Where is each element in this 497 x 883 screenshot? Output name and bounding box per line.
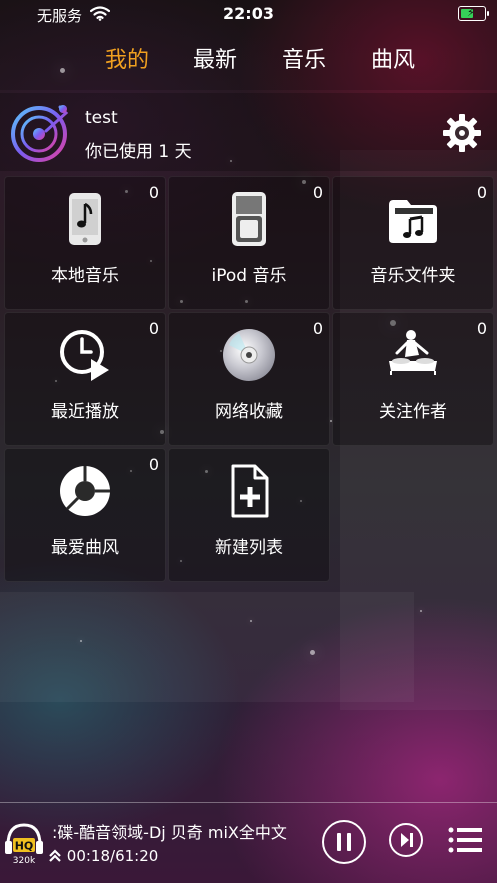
tile-music-folder[interactable]: 0 音乐文件夹 — [332, 176, 494, 310]
tab-music[interactable]: 音乐 — [282, 42, 326, 74]
user-profile-row[interactable]: test 你已使用 1 天 — [0, 93, 497, 171]
battery-icon: ⚡ — [458, 6, 489, 21]
sparkle-dot — [250, 620, 252, 622]
song-title: :碟-酷音领域-Dj 贝奇 miX全中文 — [52, 823, 287, 842]
tab-genre[interactable]: 曲风 — [371, 42, 415, 74]
turntable-avatar-icon[interactable] — [10, 101, 72, 163]
user-name: test — [85, 108, 118, 128]
tile-count: 0 — [148, 183, 159, 202]
genre-disc-icon — [60, 466, 110, 516]
ipod-icon — [232, 192, 266, 246]
tile-label: 新建列表 — [215, 538, 283, 558]
tile-label: 关注作者 — [379, 402, 447, 422]
recent-play-icon — [60, 330, 109, 381]
tile-recent-play[interactable]: 0 最近播放 — [4, 312, 166, 446]
music-folder-icon — [389, 200, 437, 243]
dj-artist-icon — [389, 330, 437, 375]
tile-count: 0 — [476, 319, 487, 338]
tile-web-favorites[interactable]: 0 网络收藏 — [168, 312, 330, 446]
tile-favorite-genres[interactable]: 0 最爱曲风 — [4, 448, 166, 582]
tile-label: 本地音乐 — [51, 266, 119, 286]
hq-headphones-icon[interactable]: HQ 320k — [4, 821, 44, 865]
status-bar: 无服务 22:03 ⚡ — [0, 0, 497, 30]
sparkle-dot — [420, 610, 422, 612]
playlist-menu-icon[interactable] — [448, 827, 482, 853]
hq-label: HQ — [15, 840, 34, 853]
next-track-button[interactable] — [389, 823, 423, 857]
charging-bolt-icon: ⚡ — [467, 6, 475, 19]
tile-count: 0 — [148, 455, 159, 474]
new-list-icon — [231, 464, 269, 518]
tab-mine[interactable]: 我的 — [105, 42, 149, 74]
cd-disc-icon — [223, 329, 275, 381]
settings-gear-icon[interactable] — [442, 113, 482, 153]
sparkle-dot — [80, 640, 82, 642]
app-screen: 无服务 22:03 ⚡ 我的 最新 音乐 曲风 test 你已使用 1 天 0 … — [0, 0, 497, 883]
mini-player[interactable]: HQ 320k :碟-酷音领域-Dj 贝奇 miX全中文 00:18/61:20 — [0, 802, 497, 883]
tile-new-list[interactable]: 新建列表 — [168, 448, 330, 582]
tile-ipod-music[interactable]: 0 iPod 音乐 — [168, 176, 330, 310]
tile-label: 网络收藏 — [215, 402, 283, 422]
tile-count: 0 — [476, 183, 487, 202]
tile-count: 0 — [312, 183, 323, 202]
phone-music-icon — [69, 193, 101, 245]
tile-label: iPod 音乐 — [211, 266, 287, 286]
tile-local-music[interactable]: 0 本地音乐 — [4, 176, 166, 310]
sparkle-dot — [310, 650, 315, 655]
progress-row: 00:18/61:20 — [48, 847, 158, 865]
playback-time: 00:18/61:20 — [66, 847, 159, 865]
tab-latest[interactable]: 最新 — [193, 42, 237, 74]
tile-label: 最爱曲风 — [51, 538, 119, 558]
top-tab-bar: 我的 最新 音乐 曲风 — [0, 42, 497, 82]
tile-label: 音乐文件夹 — [370, 266, 456, 286]
tile-followed-artists[interactable]: 0 关注作者 — [332, 312, 494, 446]
tile-count: 0 — [312, 319, 323, 338]
next-icon — [401, 833, 413, 847]
bitrate-label: 320k — [13, 856, 36, 865]
clock: 22:03 — [223, 4, 274, 23]
pause-icon — [337, 833, 351, 851]
tile-label: 最近播放 — [51, 402, 119, 422]
expand-up-icon[interactable] — [48, 849, 62, 863]
tile-count: 0 — [148, 319, 159, 338]
usage-days: 你已使用 1 天 — [85, 142, 192, 162]
pause-button[interactable] — [322, 820, 366, 864]
